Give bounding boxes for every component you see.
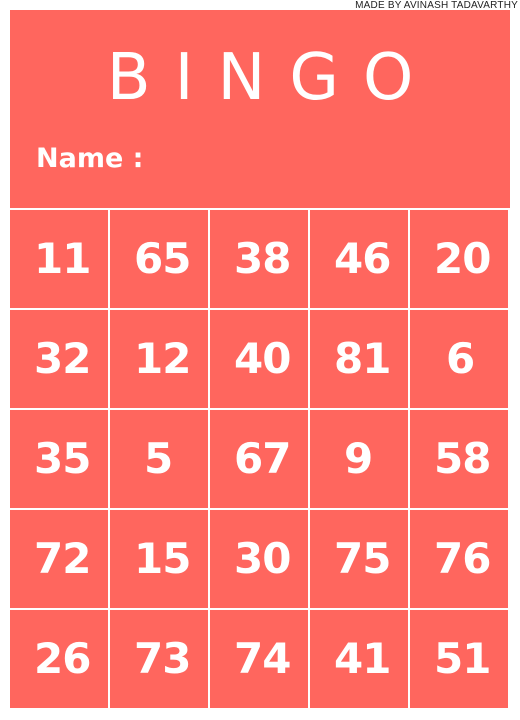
cell-number: 32	[34, 334, 91, 383]
cell-number: 30	[234, 534, 291, 583]
bingo-cell[interactable]: 35	[10, 410, 108, 508]
bingo-cell[interactable]: 72	[10, 510, 108, 608]
cell-number: 65	[134, 234, 191, 283]
bingo-cell[interactable]: 74	[210, 610, 308, 708]
bingo-cell[interactable]: 9	[310, 410, 408, 508]
cell-number: 11	[34, 234, 91, 283]
cell-number: 38	[234, 234, 291, 283]
bingo-title: BINGO	[106, 41, 438, 115]
cell-number: 9	[344, 434, 373, 483]
bingo-cell[interactable]: 46	[310, 210, 408, 308]
bingo-cell[interactable]: 81	[310, 310, 408, 408]
cell-number: 76	[434, 534, 491, 583]
bingo-cell[interactable]: 75	[310, 510, 408, 608]
bingo-cell[interactable]: 40	[210, 310, 308, 408]
cell-number: 74	[234, 634, 291, 683]
bingo-cell[interactable]: 32	[10, 310, 108, 408]
cell-number: 72	[34, 534, 91, 583]
name-label: Name :	[36, 143, 144, 174]
cell-number: 41	[334, 634, 391, 683]
bingo-cell[interactable]: 30	[210, 510, 308, 608]
bingo-cell[interactable]: 76	[410, 510, 508, 608]
cell-number: 67	[234, 434, 291, 483]
cell-number: 12	[134, 334, 191, 383]
cell-number: 51	[434, 634, 491, 683]
bingo-cell[interactable]: 6	[410, 310, 508, 408]
cell-number: 26	[34, 634, 91, 683]
cell-number: 15	[134, 534, 191, 583]
bingo-cell[interactable]: 12	[110, 310, 208, 408]
bingo-cell[interactable]: 41	[310, 610, 408, 708]
bingo-cell[interactable]: 15	[110, 510, 208, 608]
cell-number: 46	[334, 234, 391, 283]
cell-number: 35	[34, 434, 91, 483]
bingo-cell[interactable]: 67	[210, 410, 308, 508]
bingo-cell[interactable]: 26	[10, 610, 108, 708]
bingo-cell[interactable]: 51	[410, 610, 508, 708]
bingo-card: BINGO Name : 11 65 38 46 20 32 12 40 81 …	[10, 10, 510, 710]
cell-number: 40	[234, 334, 291, 383]
bingo-cell[interactable]: 38	[210, 210, 308, 308]
bingo-page: MADE BY AVINASH TADAVARTHY BINGO Name : …	[0, 0, 520, 720]
bingo-grid: 11 65 38 46 20 32 12 40 81 6 35 5 67 9 5…	[10, 210, 510, 710]
cell-number: 20	[434, 234, 491, 283]
bingo-cell[interactable]: 11	[10, 210, 108, 308]
bingo-cell[interactable]: 58	[410, 410, 508, 508]
cell-number: 5	[144, 434, 173, 483]
bingo-cell[interactable]: 73	[110, 610, 208, 708]
cell-number: 81	[334, 334, 391, 383]
cell-number: 73	[134, 634, 191, 683]
bingo-cell[interactable]: 20	[410, 210, 508, 308]
bingo-cell[interactable]: 65	[110, 210, 208, 308]
cell-number: 58	[434, 434, 491, 483]
cell-number: 6	[446, 334, 475, 383]
card-header: BINGO Name :	[10, 10, 510, 208]
cell-number: 75	[334, 534, 391, 583]
bingo-cell[interactable]: 5	[110, 410, 208, 508]
